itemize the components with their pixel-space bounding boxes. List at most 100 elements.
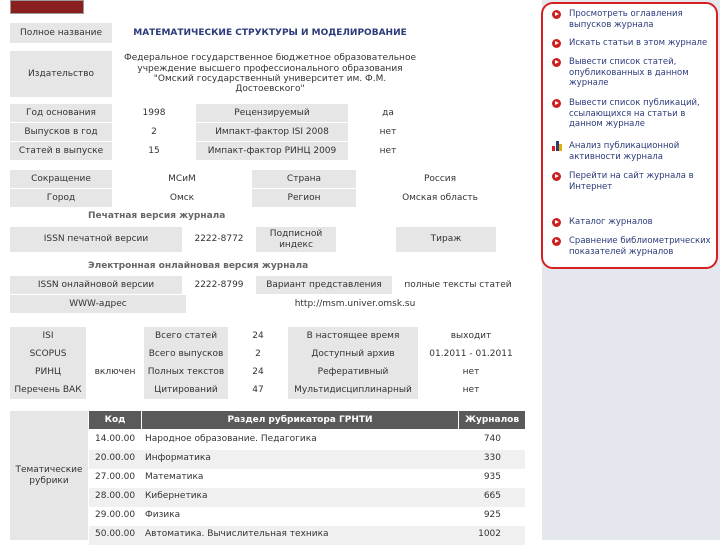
abstract-value: нет — [418, 363, 524, 381]
sidebar-link-articles-list[interactable]: Вывести список статей, опубликованных в … — [552, 57, 718, 89]
rinc-impact-label: Импакт-фактор РИНЦ 2009 — [196, 142, 348, 160]
sidebar-link-issues[interactable]: Просмотреть оглавления выпусков журнала — [552, 9, 718, 30]
rubric-count: 665 — [483, 491, 501, 501]
sidebar-link-label: Просмотреть оглавления выпусков журнала — [569, 9, 683, 30]
rinc-label: РИНЦ — [10, 363, 86, 381]
rubric-code: 20.00.00 — [95, 453, 136, 463]
circulation-label: Тираж — [396, 227, 496, 252]
table-row[interactable]: 27.00.00 Математика 935 — [89, 469, 525, 488]
abbreviation-label: Сокращение — [10, 170, 112, 188]
scopus-label: SCOPUS — [10, 345, 86, 363]
online-version-title: Электронная онлайновая версия журнала — [88, 261, 309, 271]
rubric-code: 14.00.00 — [95, 434, 136, 444]
red-arrow-icon — [552, 39, 561, 48]
red-arrow-icon — [552, 10, 561, 19]
red-arrow-icon — [552, 99, 561, 108]
sidebar-link-compare[interactable]: Сравнение библиометрических показателей … — [552, 236, 718, 257]
table-row[interactable]: 29.00.00 Физика 925 — [89, 507, 525, 526]
rubric-name: Кибернетика — [145, 491, 208, 501]
citations-label: Цитирований — [144, 381, 228, 399]
isi-value — [86, 327, 144, 345]
current-status-label: В настоящее время — [288, 327, 418, 345]
rubric-code: 28.00.00 — [95, 491, 136, 501]
archive-label: Доступный архив — [288, 345, 418, 363]
sidebar-link-website[interactable]: Перейти на сайт журнала в Интернет — [552, 171, 718, 192]
vak-value — [86, 381, 144, 399]
articles-per-issue-value: 15 — [112, 142, 196, 160]
full-texts-value: 24 — [228, 363, 288, 381]
www-label: WWW-адрес — [10, 295, 186, 313]
multidisciplinary-label: Мультидисциплинарный — [288, 381, 418, 399]
rubric-name: Автоматика. Вычислительная техника — [145, 529, 329, 539]
abstract-label: Реферативный — [288, 363, 418, 381]
issues-per-year-label: Выпусков в год — [10, 123, 112, 141]
rubric-count: 935 — [483, 472, 501, 482]
isi-impact-label: Импакт-фактор ISI 2008 — [196, 123, 348, 141]
sidebar-link-search[interactable]: Искать статьи в этом журнале — [552, 38, 718, 49]
current-status-value: выходит — [418, 327, 524, 345]
founded-value: 1998 — [112, 104, 196, 122]
sidebar-link-analysis[interactable]: Анализ публикационной активности журнала — [552, 141, 718, 162]
scopus-value — [86, 345, 144, 363]
full-texts-label: Полных текстов — [144, 363, 228, 381]
variant-label: Вариант представления — [256, 276, 392, 294]
rubric-code: 29.00.00 — [95, 510, 136, 520]
total-issues-label: Всего выпусков — [144, 345, 228, 363]
total-articles-label: Всего статей — [144, 327, 228, 345]
table-row[interactable]: 20.00.00 Информатика 330 — [89, 450, 525, 469]
publisher-value: Федеральное государственное бюджетное об… — [112, 51, 428, 97]
journal-cover-image — [10, 0, 84, 14]
variant-value: полные тексты статей — [392, 276, 524, 294]
rinc-impact-value: нет — [348, 142, 428, 160]
sidebar-link-label: Каталог журналов — [569, 217, 653, 227]
city-label: Город — [10, 189, 112, 207]
sidebar-link-catalog[interactable]: Каталог журналов — [552, 217, 718, 228]
abbreviation-value: МСиМ — [112, 170, 252, 188]
city-value: Омск — [112, 189, 252, 207]
isi-label: ISI — [10, 327, 86, 345]
rubric-code: 27.00.00 — [95, 472, 136, 482]
country-label: Страна — [252, 170, 356, 188]
table-row[interactable]: 28.00.00 Кибернетика 665 — [89, 488, 525, 507]
sidebar-link-label: Искать статьи в этом журнале — [569, 38, 708, 48]
rubrics-label: Тематические рубрики — [10, 411, 88, 540]
multidisciplinary-value: нет — [418, 381, 524, 399]
full-name-label: Полное название — [10, 23, 112, 43]
rubrics-col-section: Раздел рубрикатора ГРНТИ — [142, 411, 458, 429]
journal-website-link[interactable]: http://msm.univer.omsk.su — [186, 295, 524, 313]
rubrics-col-journals: Журналов — [459, 411, 525, 429]
total-articles-value: 24 — [228, 327, 288, 345]
total-issues-value: 2 — [228, 345, 288, 363]
red-arrow-icon — [552, 172, 561, 181]
vak-label: Перечень ВАК — [10, 381, 86, 399]
sidebar-link-label: Вывести список публикаций, ссылающихся н… — [569, 98, 700, 129]
red-arrow-icon — [552, 237, 561, 246]
rubric-name: Народное образование. Педагогика — [145, 434, 317, 444]
rubrics-col-code: Код — [89, 411, 141, 429]
sidebar-link-label: Перейти на сайт журнала в Интернет — [569, 171, 694, 192]
journal-full-name: МАТЕМАТИЧЕСКИЕ СТРУКТУРЫ И МОДЕЛИРОВАНИЕ — [112, 23, 428, 43]
reviewed-value: да — [348, 104, 428, 122]
table-row[interactable]: 14.00.00 Народное образование. Педагогик… — [89, 431, 525, 450]
rubric-count: 330 — [483, 453, 501, 463]
print-version-title: Печатная версия журнала — [88, 211, 226, 221]
rinc-value: включен — [86, 363, 144, 381]
rubric-name: Информатика — [145, 453, 211, 463]
rubric-count: 925 — [483, 510, 501, 520]
sidebar-link-label: Сравнение библиометрических показателей … — [569, 236, 711, 257]
articles-per-issue-label: Статей в выпуске — [10, 142, 112, 160]
rubric-name: Математика — [145, 472, 204, 482]
rubric-code: 50.00.00 — [95, 529, 136, 539]
sidebar-link-citing-list[interactable]: Вывести список публикаций, ссылающихся н… — [552, 98, 718, 130]
subscription-index-value — [336, 227, 396, 252]
print-issn-value: 2222-8772 — [182, 227, 256, 252]
circulation-value — [496, 227, 524, 252]
archive-value: 01.2011 - 01.2011 — [418, 345, 524, 363]
reviewed-label: Рецензируемый — [196, 104, 348, 122]
founded-label: Год основания — [10, 104, 112, 122]
sidebar-link-label: Анализ публикационной активности журнала — [569, 141, 680, 162]
table-row[interactable]: 50.00.00 Автоматика. Вычислительная техн… — [89, 526, 525, 545]
region-label: Регион — [252, 189, 356, 207]
sidebar-link-label: Вывести список статей, опубликованных в … — [569, 57, 689, 88]
publisher-label: Издательство — [10, 51, 112, 97]
